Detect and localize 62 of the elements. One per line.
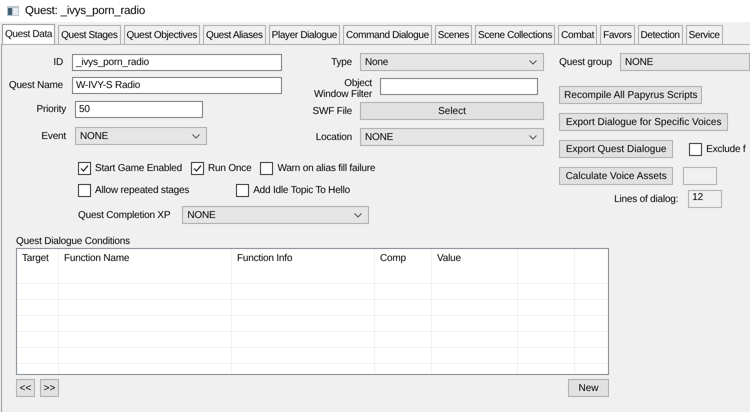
- select-button[interactable]: Select: [360, 102, 544, 120]
- tab[interactable]: Quest Objectives: [124, 25, 200, 44]
- column-header: Function Info: [237, 253, 292, 264]
- field-label: Event: [40, 130, 66, 142]
- tab[interactable]: Command Dialogue: [343, 25, 432, 44]
- tab[interactable]: Quest Stages: [58, 25, 120, 44]
- dropdown[interactable]: NONE: [75, 127, 207, 145]
- column-header: Value: [437, 253, 461, 264]
- field-label: SWF File: [311, 106, 352, 116]
- field-label: Object Window Filter: [313, 78, 372, 100]
- check-icon: [192, 162, 204, 174]
- column-header: Target: [22, 253, 49, 264]
- tab[interactable]: Favors: [600, 25, 635, 44]
- checkbox[interactable]: Warn on alias fill failure: [260, 162, 376, 174]
- tab[interactable]: Combat: [558, 25, 598, 44]
- text-field[interactable]: [683, 167, 718, 185]
- field-label: Quest group: [559, 56, 612, 68]
- tab[interactable]: Detection: [638, 25, 683, 44]
- checkbox[interactable]: Exclude f: [689, 142, 746, 156]
- checkbox[interactable]: Allow repeated stages: [78, 184, 190, 196]
- field-label: Type: [330, 56, 352, 68]
- page-button[interactable]: <<: [16, 379, 35, 397]
- text-field[interactable]: 50: [75, 100, 203, 118]
- field-label: ID: [52, 56, 63, 68]
- field-label: Lines of dialog:: [614, 194, 678, 204]
- field-label: Quest Completion XP: [78, 210, 170, 220]
- dropdown[interactable]: NONE: [620, 53, 750, 71]
- export-voices-button[interactable]: Export Dialogue for Specific Voices: [559, 113, 728, 131]
- checkbox[interactable]: Run Once: [191, 162, 252, 174]
- tab[interactable]: Scene Collections: [475, 25, 556, 44]
- field-label: Priority: [35, 104, 66, 114]
- field-label: Location: [314, 132, 352, 142]
- section-label: Quest Dialogue Conditions: [16, 236, 131, 247]
- text-field[interactable]: 12: [688, 190, 722, 208]
- recompile-button[interactable]: Recompile All Papyrus Scripts: [559, 86, 702, 104]
- text-field[interactable]: _ivys_porn_radio: [72, 54, 282, 70]
- window-title: Quest: _ivys_porn_radio: [25, 5, 146, 17]
- chevron-icon: [354, 212, 362, 218]
- tab[interactable]: Scenes: [434, 25, 472, 44]
- check-icon: [79, 162, 90, 174]
- field-label: Quest Name: [8, 80, 63, 90]
- tab[interactable]: Service: [686, 25, 723, 44]
- window-icon: [7, 6, 19, 16]
- chevron-icon: [529, 60, 537, 64]
- tab[interactable]: Quest Aliases: [203, 25, 266, 44]
- export-dialogue-button[interactable]: Export Quest Dialogue: [559, 140, 674, 158]
- chevron-icon: [192, 134, 200, 138]
- tab[interactable]: Quest Data: [2, 24, 56, 44]
- tab[interactable]: Player Dialogue: [268, 25, 340, 44]
- page-button[interactable]: >>: [40, 379, 59, 397]
- chevron-icon: [529, 134, 537, 140]
- checkbox[interactable]: Add Idle Topic To Hello: [236, 184, 350, 196]
- column-header: Comp: [380, 253, 406, 264]
- text-field[interactable]: [380, 78, 538, 95]
- text-field[interactable]: W-IVY-S Radio: [72, 76, 282, 94]
- dropdown[interactable]: NONE: [360, 128, 544, 146]
- new-button[interactable]: New: [568, 379, 609, 397]
- calculate-button[interactable]: Calculate Voice Assets: [559, 167, 674, 185]
- dropdown[interactable]: NONE: [182, 206, 370, 224]
- dropdown[interactable]: None: [360, 53, 544, 71]
- column-header: Function Name: [64, 253, 130, 264]
- checkbox[interactable]: Start Game Enabled: [78, 162, 182, 174]
